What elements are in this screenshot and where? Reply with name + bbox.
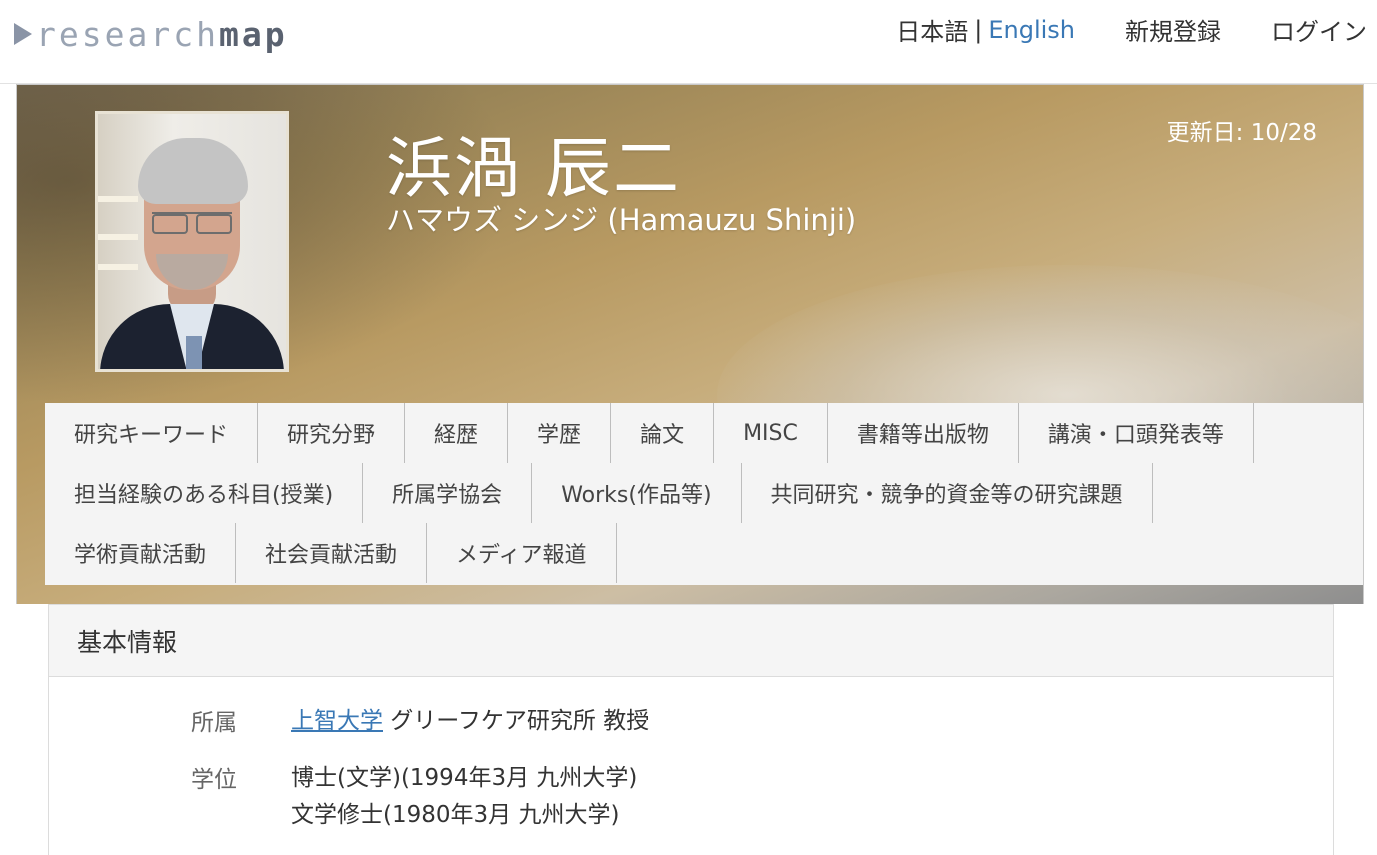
logo-text-research: research [36,14,219,54]
login-link[interactable]: ログイン [1271,12,1367,47]
tab-papers[interactable]: 論文 [611,403,715,463]
tab-social-contribution[interactable]: 社会貢献活動 [236,523,428,583]
degree-label: 学位 [191,767,237,793]
tab-research-projects[interactable]: 共同研究・競争的資金等の研究課題 [741,463,1153,523]
affiliation-row: 所属 上智大学 グリーフケア研究所 教授 [49,703,649,740]
degree-values: 博士(文学)(1994年3月 九州大学) 文学修士(1980年3月 九州大学) [291,760,637,834]
affiliation-detail: グリーフケア研究所 教授 [383,708,650,734]
language-switcher: 日本語 | English [896,12,1075,47]
profile-photo [95,111,289,372]
affiliation-value: 上智大学 グリーフケア研究所 教授 [291,703,649,740]
tab-row-2: 担当経験のある科目(授業) 所属学協会 Works(作品等) 共同研究・競争的資… [45,463,1153,523]
tab-research-fields[interactable]: 研究分野 [258,403,406,463]
logo-text-map: map [218,14,288,54]
updated-date: 更新日: 10/28 [1166,120,1317,146]
tab-presentations[interactable]: 講演・口頭発表等 [1018,403,1254,463]
profile-banner: 浜渦 辰二 ハマウズ シンジ (Hamauzu Shinji) 更新日: 10/… [16,84,1364,604]
tab-books[interactable]: 書籍等出版物 [827,403,1019,463]
tab-research-keywords[interactable]: 研究キーワード [45,403,259,463]
tab-row-3: 学術貢献活動 社会貢献活動 メディア報道 [45,523,617,583]
tab-teaching-experience[interactable]: 担当経験のある科目(授業) [45,463,364,523]
language-japanese[interactable]: 日本語 [896,12,968,47]
register-link[interactable]: 新規登録 [1125,12,1221,47]
top-navigation: 日本語 | English 新規登録 ログイン [896,12,1367,47]
tab-academic-contribution[interactable]: 学術貢献活動 [45,523,237,583]
basic-info-title: 基本情報 [49,605,1333,677]
researchmap-logo[interactable]: research map [14,14,288,54]
degree-item: 博士(文学)(1994年3月 九州大学) [291,765,638,791]
degree-row: 学位 博士(文学)(1994年3月 九州大学) 文学修士(1980年3月 九州大… [49,760,637,834]
tab-works[interactable]: Works(作品等) [532,463,742,523]
tab-row-1: 研究キーワード 研究分野 経歴 学歴 論文 MISC 書籍等出版物 講演・口頭発… [45,403,1254,463]
language-separator: | [974,15,983,44]
logo-play-icon [14,23,32,45]
affiliation-label: 所属 [191,710,237,736]
researcher-name-reading: ハマウズ シンジ (Hamauzu Shinji) [386,203,857,237]
tab-education[interactable]: 学歴 [508,403,612,463]
tab-career[interactable]: 経歴 [405,403,509,463]
tab-media-coverage[interactable]: メディア報道 [427,523,617,583]
degree-item: 文学修士(1980年3月 九州大学) [291,802,620,828]
language-english-link[interactable]: English [988,16,1075,44]
section-tabs: 研究キーワード 研究分野 経歴 学歴 論文 MISC 書籍等出版物 講演・口頭発… [45,403,1363,585]
tab-academic-societies[interactable]: 所属学協会 [363,463,533,523]
tab-misc[interactable]: MISC [714,403,828,463]
top-header: research map 日本語 | English 新規登録 ログイン [0,0,1377,84]
basic-info-section: 基本情報 所属 上智大学 グリーフケア研究所 教授 学位 博士(文学)(1994… [48,604,1334,855]
affiliation-university-link[interactable]: 上智大学 [291,708,383,734]
